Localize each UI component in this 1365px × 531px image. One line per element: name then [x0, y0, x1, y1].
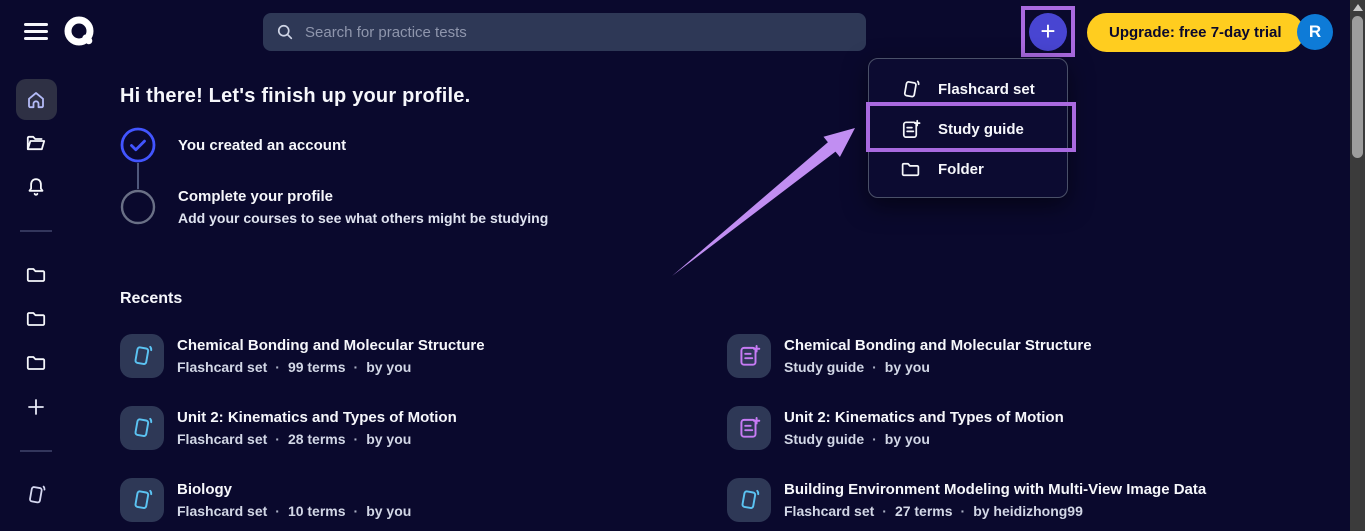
profile-steps: You created an account Complete your pro…: [120, 127, 1350, 226]
create-menu: Flashcard set Study guide Folder: [868, 58, 1068, 198]
item-icon-tile: [120, 406, 164, 450]
menu-item-label: Folder: [938, 160, 984, 178]
list-item[interactable]: Chemical Bonding and Molecular Structure…: [727, 334, 1350, 378]
item-meta: Flashcard set · 28 terms · by you: [177, 431, 412, 447]
recents-section: Recents Chemical Bonding and Molecular S…: [120, 290, 1350, 522]
list-item[interactable]: Unit 2: Kinematics and Types of Motion F…: [120, 406, 727, 450]
main-content: Hi there! Let's finish up your profile. …: [0, 64, 1350, 531]
step-title: Complete your profile: [178, 188, 334, 205]
recents-heading: Recents: [120, 290, 183, 307]
item-title: Chemical Bonding and Molecular Structure: [177, 337, 485, 354]
hamburger-menu-icon[interactable]: [24, 20, 48, 42]
item-title: Unit 2: Kinematics and Types of Motion: [177, 409, 457, 426]
step-complete-profile[interactable]: Complete your profile Add your courses t…: [120, 188, 1350, 226]
menu-item-label: Study guide: [938, 120, 1024, 138]
search-input[interactable]: [305, 23, 854, 41]
step-title: You created an account: [178, 136, 347, 154]
item-title: Biology: [177, 481, 232, 498]
check-circle-icon: [120, 127, 156, 163]
list-item[interactable]: Chemical Bonding and Molecular Structure…: [120, 334, 727, 378]
scroll-up-arrow-icon[interactable]: [1352, 4, 1363, 11]
page-title: Hi there! Let's finish up your profile.: [120, 85, 471, 107]
plus-button-highlight-annotation: +: [1021, 6, 1075, 57]
scrollbar-thumb[interactable]: [1352, 16, 1363, 158]
item-meta: Flashcard set · 99 terms · by you: [177, 359, 412, 375]
flashcard-icon: [134, 489, 153, 509]
study-guide-icon: [902, 119, 921, 138]
flashcard-set-icon: [903, 80, 920, 97]
top-navigation-bar: + Upgrade: free 7-day trial R: [0, 0, 1350, 64]
search-bar: [263, 13, 866, 51]
flashcard-icon: [134, 345, 153, 365]
item-meta: Study guide · by you: [784, 431, 930, 447]
menu-item-study-guide[interactable]: Study guide: [869, 109, 1067, 149]
upgrade-button[interactable]: Upgrade: free 7-day trial: [1087, 13, 1304, 52]
step-account-created: You created an account: [120, 127, 1350, 163]
item-meta: Study guide · by you: [784, 359, 930, 375]
list-item[interactable]: Unit 2: Kinematics and Types of Motion S…: [727, 406, 1350, 450]
folder-icon: [901, 162, 920, 176]
create-button[interactable]: +: [1029, 12, 1067, 51]
item-icon-tile: [120, 334, 164, 378]
item-title: Chemical Bonding and Molecular Structure: [784, 337, 1092, 354]
avatar[interactable]: R: [1297, 14, 1333, 50]
list-item[interactable]: Building Environment Modeling with Multi…: [727, 478, 1350, 522]
study-guide-icon: [740, 417, 761, 438]
item-meta: Flashcard set · 27 terms · by heidizhong99: [784, 503, 1083, 519]
menu-item-flashcard-set[interactable]: Flashcard set: [869, 69, 1067, 109]
list-item[interactable]: Biology Flashcard set · 10 terms · by you: [120, 478, 727, 522]
item-title: Unit 2: Kinematics and Types of Motion: [784, 409, 1064, 426]
step-subtitle: Add your courses to see what others migh…: [178, 210, 549, 226]
step-connector: [137, 163, 139, 189]
recents-grid: Chemical Bonding and Molecular Structure…: [120, 334, 1350, 522]
item-icon-tile: [727, 406, 771, 450]
item-meta: Flashcard set · 10 terms · by you: [177, 503, 412, 519]
item-icon-tile: [727, 334, 771, 378]
item-title: Building Environment Modeling with Multi…: [784, 481, 1207, 498]
empty-circle-icon: [120, 189, 156, 225]
search-icon: [277, 24, 293, 40]
study-guide-icon: [740, 345, 761, 366]
quizlet-logo-icon[interactable]: [61, 14, 97, 50]
flashcard-icon: [134, 417, 153, 437]
item-icon-tile: [120, 478, 164, 522]
menu-item-folder[interactable]: Folder: [869, 149, 1067, 189]
item-icon-tile: [727, 478, 771, 522]
scrollbar[interactable]: [1350, 0, 1365, 531]
menu-item-label: Flashcard set: [938, 80, 1035, 98]
flashcard-icon: [741, 489, 760, 509]
